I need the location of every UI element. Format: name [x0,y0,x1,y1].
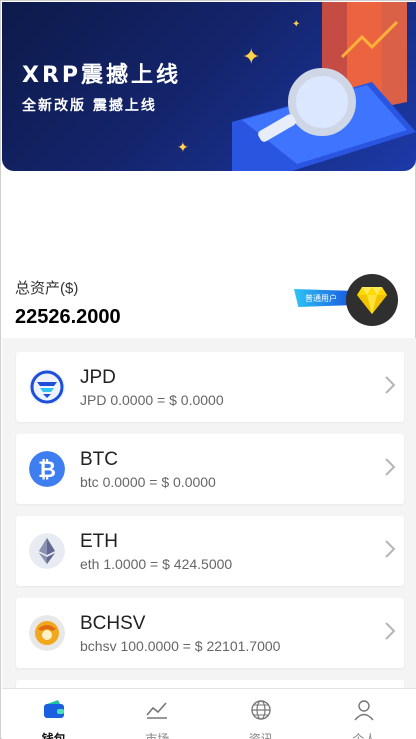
bottom-tab-bar: 钱包 市场 资讯 个人 [2,688,416,739]
globe-icon [251,700,271,720]
asset-balance: bchsv 100.0000 = $ 22101.7000 [80,638,281,654]
asset-name: ETH [80,531,118,552]
svg-text:✦: ✦ [242,44,260,69]
jpd-logo-icon [29,369,65,405]
user-level-badge: 普通用户 [294,289,348,307]
asset-balance: eth 1.0000 = $ 424.5000 [80,556,233,572]
asset-card-eth[interactable]: ETH eth 1.0000 = $ 424.5000 [16,516,404,586]
asset-card-partial[interactable] [16,680,404,688]
tab-label: 钱包 [41,732,66,739]
avatar[interactable] [346,274,398,326]
tab-wallet[interactable]: 钱包 [2,689,106,739]
asset-name: JPD [80,367,116,388]
svg-text:₿: ₿ [38,458,56,483]
bchsv-logo-icon [29,615,65,651]
diamond-icon [357,287,387,314]
tab-profile[interactable]: 个人 [313,689,416,739]
user-icon [354,700,374,721]
chevron-right-icon [385,458,396,476]
tab-news[interactable]: 资讯 [209,689,313,739]
asset-balance: btc 0.0000 = $ 0.0000 [80,474,216,490]
tab-label: 个人 [352,732,377,739]
total-assets-value: 22526.2000 [15,306,121,328]
promo-banner[interactable]: ✦ ✦ ✦ XRP震撼上线 全新改版 震撼上线 [2,2,416,171]
btc-logo-icon: ₿ [29,451,65,487]
asset-list: JPD JPD 0.0000 = $ 0.0000 ₿ BTC btc 0.00… [2,338,416,688]
banner-title: XRP震撼上线 [22,63,182,88]
asset-card-jpd[interactable]: JPD JPD 0.0000 = $ 0.0000 [16,352,404,422]
chevron-right-icon [385,376,396,394]
eth-logo-icon [29,533,65,569]
asset-name: BCHSV [80,613,146,634]
svg-text:✦: ✦ [177,139,189,155]
total-assets-label: 总资产($) [15,280,79,297]
asset-name: BTC [80,449,118,470]
chart-icon [146,702,168,719]
asset-card-btc[interactable]: ₿ BTC btc 0.0000 = $ 0.0000 [16,434,404,504]
wallet-icon [43,700,64,718]
asset-balance: JPD 0.0000 = $ 0.0000 [80,392,224,408]
chevron-right-icon [385,540,396,558]
asset-card-bchsv[interactable]: BCHSV bchsv 100.0000 = $ 22101.7000 [16,598,404,668]
tab-label: 资讯 [248,732,273,739]
chevron-right-icon [385,622,396,640]
tab-label: 市场 [145,732,170,739]
tab-market[interactable]: 市场 [106,689,210,739]
svg-text:✦: ✦ [292,19,300,30]
banner-subtitle: 全新改版 震撼上线 [22,98,157,114]
